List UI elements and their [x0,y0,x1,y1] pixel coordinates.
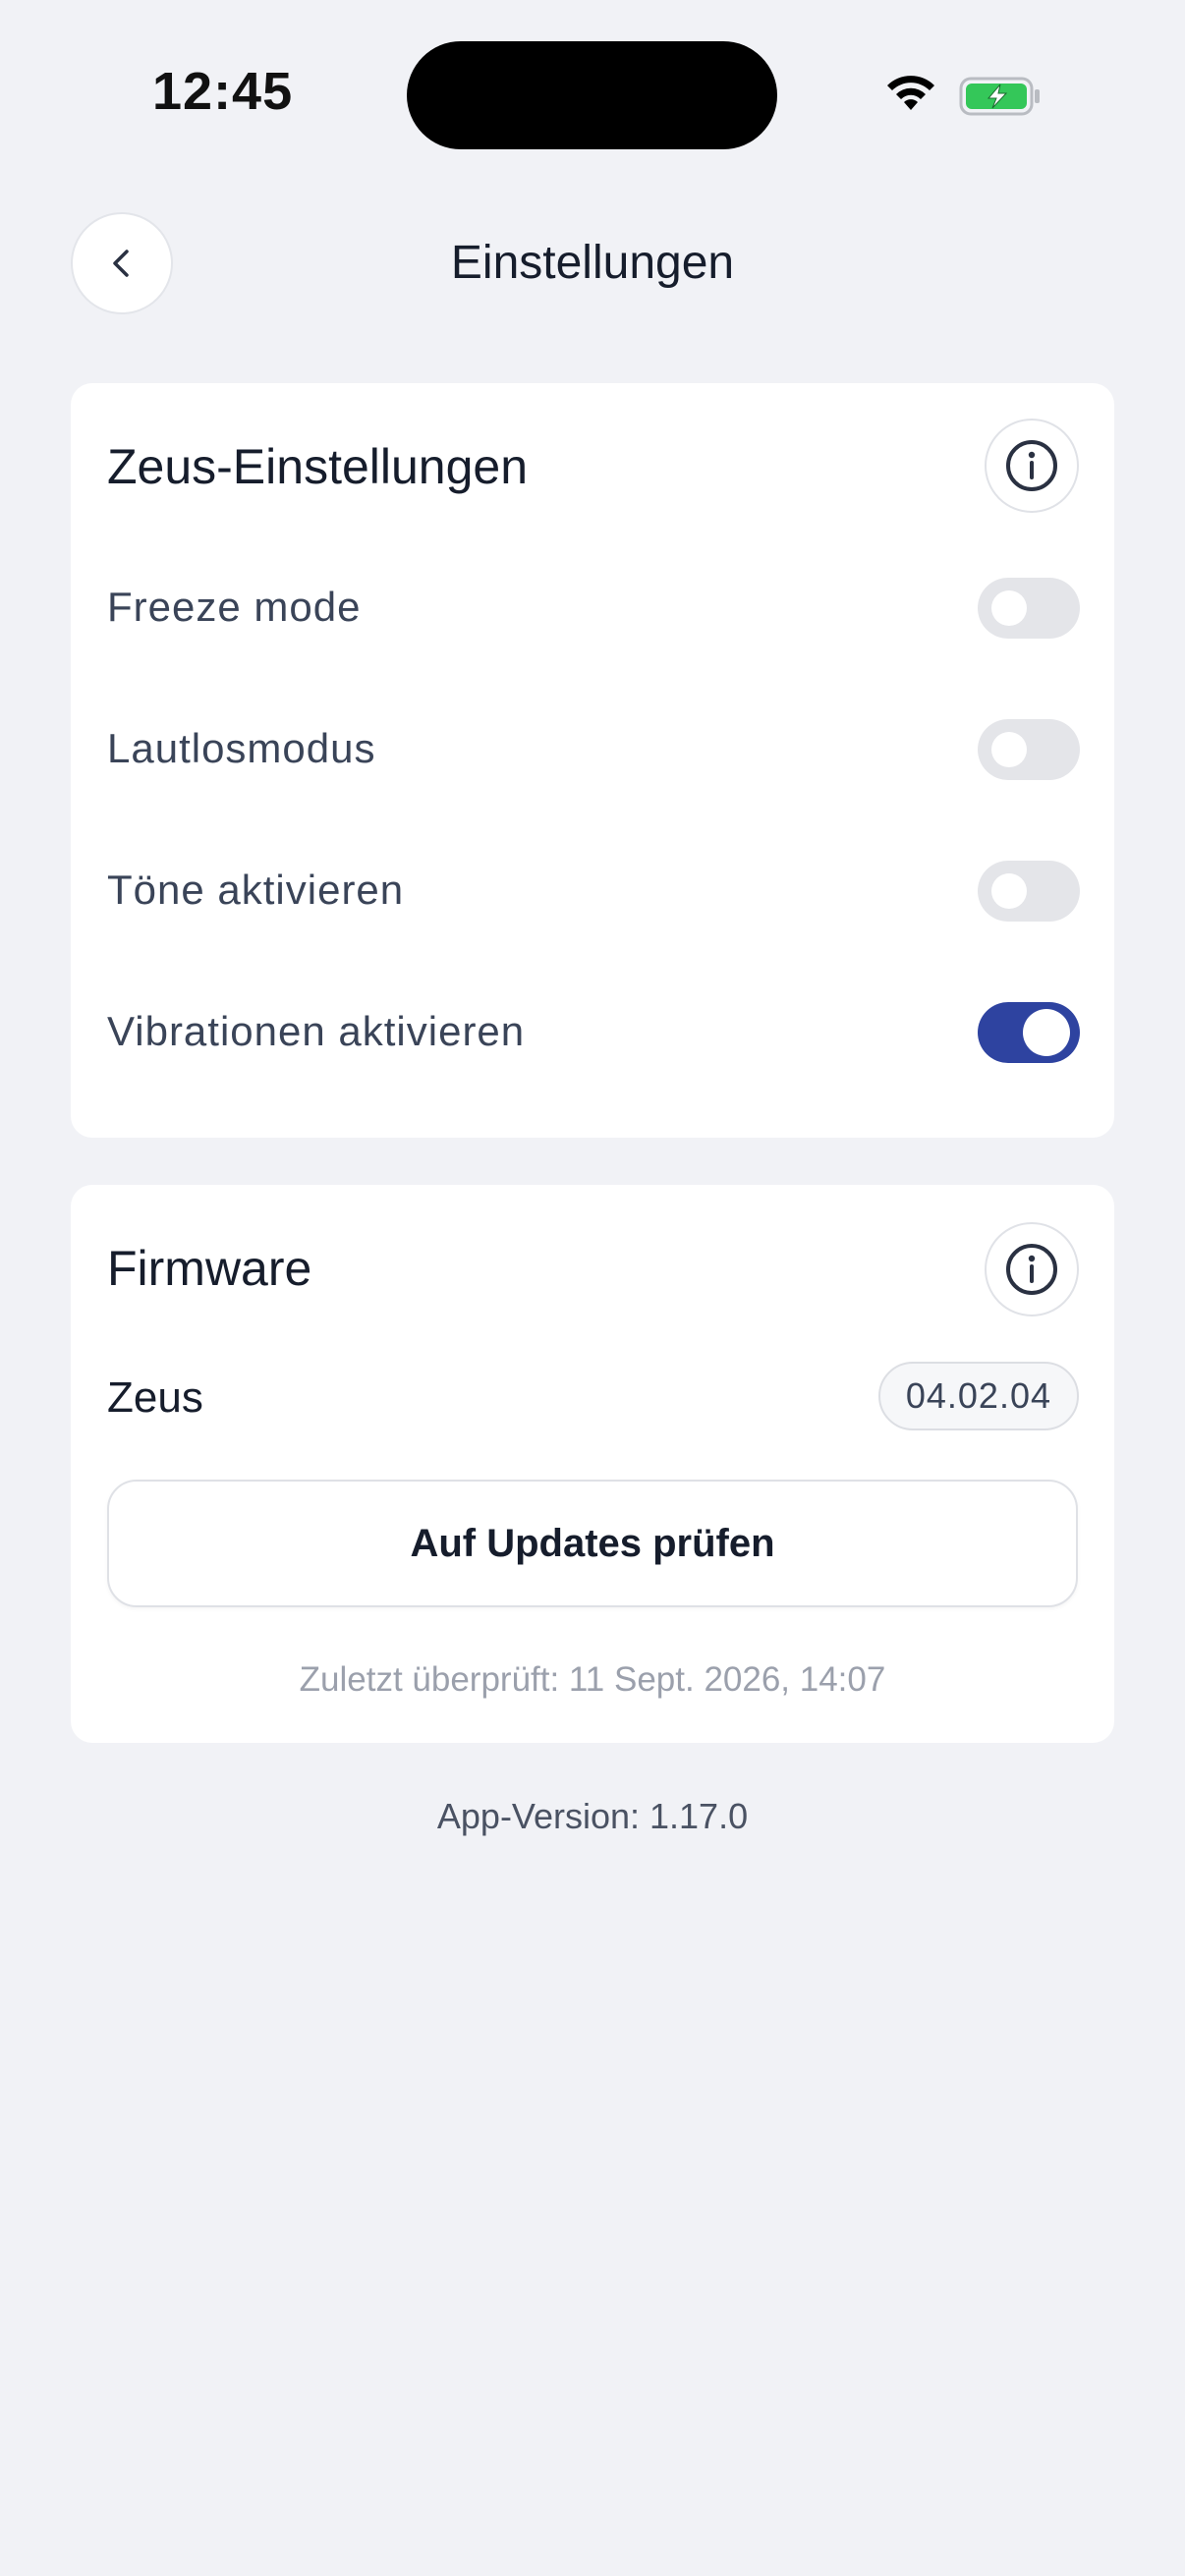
freeze-mode-toggle[interactable] [978,578,1080,639]
app-version: App-Version: 1.17.0 [436,1796,749,1836]
setting-label: Freeze mode [107,584,362,630]
settings-card-title: Zeus-Einstellungen [107,439,529,494]
toggle-knob [1023,1009,1070,1056]
check-updates-button[interactable]: Auf Updates prüfen [107,1480,1078,1607]
last-checked-text: Zuletzt überprüft: 11 Sept. 2026, 14:07 [299,1660,886,1699]
device-name: Zeus [107,1373,203,1422]
battery-charging-icon [959,77,1040,116]
firmware-version-badge: 04.02.04 [877,1362,1079,1430]
info-icon [1006,1244,1057,1295]
vibrationen-toggle[interactable] [978,1002,1080,1063]
toggle-knob [991,732,1027,767]
status-time: 12:45 [152,62,294,121]
wifi-icon [887,76,934,110]
lautlosmodus-toggle[interactable] [978,719,1080,780]
page-title: Einstellungen [450,237,735,289]
dynamic-island [407,41,777,149]
zeus-settings-card: Zeus-Einstellungen Freeze mode Lautlosmo… [71,383,1114,1138]
firmware-info-button[interactable] [985,1222,1079,1316]
setting-row-freeze-mode: Freeze mode [107,568,1080,646]
setting-label: Lautlosmodus [107,725,376,771]
setting-row-vibrationen: Vibrationen aktivieren [107,992,1080,1071]
toggle-knob [991,590,1027,626]
setting-row-toene: Töne aktivieren [107,851,1080,929]
setting-row-lautlosmodus: Lautlosmodus [107,709,1080,788]
toene-toggle[interactable] [978,861,1080,922]
setting-label: Vibrationen aktivieren [107,1008,526,1054]
setting-label: Töne aktivieren [107,867,405,913]
info-icon [1006,440,1057,491]
status-bar: 12:45 [0,0,1185,187]
toggle-knob [991,873,1027,909]
firmware-card-title: Firmware [107,1241,312,1296]
firmware-card: Firmware Zeus 04.02.04 Auf Updates prüfe… [71,1185,1114,1743]
settings-info-button[interactable] [985,419,1079,513]
